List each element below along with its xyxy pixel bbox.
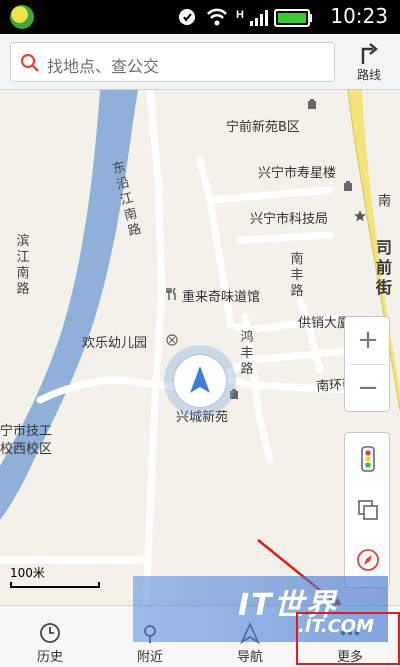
traffic-button[interactable] (345, 435, 391, 483)
poi-jigong-line1[interactable]: 宁市技工 (0, 420, 52, 439)
road-nanfeng: 南丰路 (290, 252, 304, 299)
poi-keji[interactable]: 兴宁市科技局 (250, 208, 328, 227)
building-icon (308, 99, 316, 109)
poi-nan[interactable]: 南 (378, 190, 391, 209)
map-view[interactable]: 宁前新苑B区 兴宁市寿星楼 兴宁市科技局 南 重来奇味道馆 供销大厦 欢乐幼儿园… (0, 90, 400, 605)
route-arrow-icon (361, 43, 378, 64)
search-header: 找地点、查公交 路线 (0, 34, 400, 90)
location-arrow-icon (190, 366, 210, 393)
zoom-in-button[interactable]: + (345, 317, 391, 364)
search-input[interactable]: 找地点、查公交 (10, 42, 335, 82)
scale-bar (10, 582, 100, 588)
road-hongfeng: 鸿丰路 (240, 330, 254, 377)
clock-icon (40, 623, 60, 643)
status-time: 10:23 (330, 4, 388, 28)
search-icon (20, 53, 39, 72)
search-placeholder: 找地点、查公交 (47, 57, 160, 76)
poi-shouxing[interactable]: 兴宁市寿星楼 (258, 162, 336, 181)
zoom-out-button[interactable]: − (345, 365, 391, 412)
scale-label: 100米 (10, 566, 45, 580)
highlight-box (296, 612, 400, 665)
poi-gongxiao[interactable]: 供销大厦 (298, 312, 350, 331)
poi-ningqian[interactable]: 宁前新苑B区 (226, 116, 300, 135)
building-icon (344, 181, 352, 191)
tab-navigation-label: 导航 (236, 650, 263, 665)
app-notification-icon (10, 5, 34, 29)
poi-chonglai[interactable]: 重来奇味道馆 (182, 286, 260, 305)
svg-text:H: H (236, 9, 244, 21)
status-bar: H 10:23 (0, 0, 400, 34)
route-label: 路线 (356, 68, 381, 82)
map-scale: 100米 (10, 564, 100, 588)
current-location-marker[interactable] (164, 345, 236, 417)
school-icon (166, 334, 178, 346)
traffic-light-icon (361, 446, 375, 472)
route-button[interactable]: 路线 (344, 38, 394, 88)
road-binjiang: 滨江南路 (16, 234, 30, 297)
status-icons: H (179, 8, 312, 27)
layers-icon (358, 500, 378, 520)
tab-nearby-label: 附近 (136, 650, 163, 665)
poi-huanle[interactable]: 欢乐幼儿园 (82, 332, 147, 351)
layers-button[interactable] (345, 487, 391, 535)
road-siqian: 司前街 (376, 238, 393, 297)
restaurant-icon (166, 288, 176, 300)
zoom-controls: + − (344, 316, 390, 412)
star-icon (354, 210, 366, 222)
tab-history[interactable]: 历史 (0, 606, 100, 667)
poi-jigong-line2[interactable]: 校西校区 (0, 438, 52, 457)
tab-history-label: 历史 (36, 650, 63, 665)
